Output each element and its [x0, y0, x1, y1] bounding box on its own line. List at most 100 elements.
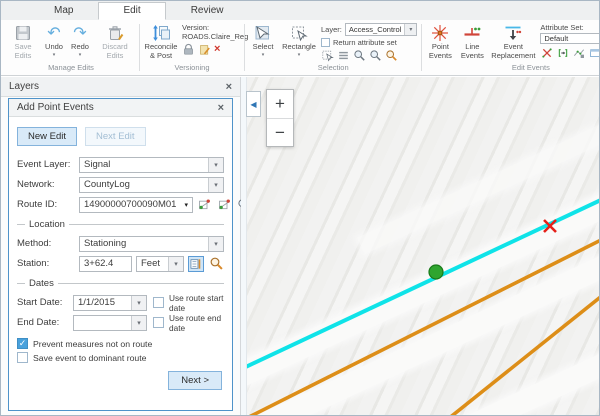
- pan-to-selection-icon[interactable]: [369, 49, 382, 62]
- pane-collapse-tab[interactable]: ◀: [246, 91, 261, 117]
- start-date-input[interactable]: 1/1/2015 ▾: [73, 295, 147, 311]
- group-label-versioning: Versioning: [140, 63, 244, 74]
- rectangle-select-icon: [290, 23, 308, 43]
- route-highlight-line[interactable]: [241, 199, 599, 372]
- station-unit-combobox[interactable]: Feet ▾: [136, 256, 184, 272]
- add-point-events-header: Add Point Events ×: [9, 99, 232, 117]
- route-id-input[interactable]: 14900000700090M01 ▾: [79, 197, 193, 213]
- zoom-to-station-icon[interactable]: [208, 256, 224, 272]
- pane-splitter[interactable]: [241, 77, 247, 415]
- event-layer-dropdown-icon[interactable]: ▾: [208, 158, 223, 172]
- new-edit-button[interactable]: New Edit: [17, 127, 77, 146]
- split-event-icon[interactable]: [540, 46, 553, 59]
- station-unit-dropdown-icon[interactable]: ▾: [168, 257, 183, 271]
- pick-route-from-map-icon[interactable]: [197, 197, 213, 213]
- route-id-dropdown-icon[interactable]: ▾: [180, 201, 192, 209]
- pick-route-from-selection-icon[interactable]: [217, 197, 233, 213]
- use-route-start-date-label: Use route start date: [169, 293, 224, 313]
- map-canvas[interactable]: ◀ + −: [241, 77, 599, 415]
- delete-version-icon[interactable]: ×: [214, 44, 220, 55]
- reconcile-post-button[interactable]: Reconcile & Post: [142, 22, 180, 61]
- point-events-button[interactable]: Point Events: [424, 22, 456, 61]
- undo-icon: ↶: [47, 23, 60, 43]
- event-layer-combobox[interactable]: Signal ▾: [79, 157, 224, 173]
- ribbon-tab-row: Map Edit Review: [1, 1, 599, 20]
- collapse-left-icon: ◀: [250, 100, 256, 109]
- road-centerline-1[interactable]: [245, 239, 599, 415]
- tab-edit[interactable]: Edit: [98, 2, 165, 20]
- layers-close-icon[interactable]: ×: [226, 81, 232, 93]
- add-point-events-close-icon[interactable]: ×: [218, 102, 224, 114]
- layer-combobox[interactable]: Access_Control ▾: [345, 23, 418, 36]
- station-input[interactable]: 3+62.4: [79, 256, 132, 272]
- layer-dropdown-icon[interactable]: ▾: [404, 24, 416, 35]
- add-point-events-title: Add Point Events: [17, 102, 218, 113]
- network-dropdown-icon[interactable]: ▾: [208, 178, 223, 192]
- method-combobox[interactable]: Stationing ▾: [79, 236, 224, 252]
- lock-version-icon[interactable]: [182, 43, 195, 56]
- select-features-icon[interactable]: [321, 49, 334, 62]
- event-replacement-icon: [504, 23, 522, 43]
- group-label-selection: Selection: [245, 63, 421, 74]
- zoom-in-button[interactable]: +: [267, 90, 293, 118]
- prevent-measures-label: Prevent measures not on route: [33, 339, 152, 349]
- redo-button[interactable]: ↷ Redo ▾: [67, 22, 93, 59]
- method-dropdown-icon[interactable]: ▾: [208, 237, 223, 251]
- line-events-icon: [463, 23, 481, 43]
- line-events-button[interactable]: Line Events: [456, 22, 488, 61]
- group-manage-edits: Save Edits ↶ Undo ▾ ↷ Redo ▾ Discard: [3, 21, 139, 74]
- zoom-out-button[interactable]: −: [267, 118, 293, 146]
- start-date-dropdown-icon[interactable]: ▾: [131, 296, 146, 310]
- end-date-input[interactable]: ▾: [73, 315, 147, 331]
- next-button[interactable]: Next >: [168, 371, 222, 390]
- event-point-marker[interactable]: [429, 265, 443, 279]
- method-label: Method:: [17, 238, 79, 249]
- end-date-dropdown-icon[interactable]: ▾: [131, 316, 146, 330]
- select-dropdown-icon[interactable]: ▾: [262, 53, 265, 59]
- merge-events-icon[interactable]: [556, 46, 569, 59]
- discard-edits-button[interactable]: Discard Edits: [93, 22, 137, 61]
- road-centerline-2[interactable]: [448, 295, 599, 415]
- next-edit-button[interactable]: Next Edit: [85, 127, 146, 146]
- rectangle-button[interactable]: Rectangle ▾: [279, 22, 319, 59]
- retire-event-icon[interactable]: [572, 46, 585, 59]
- prevent-measures-checkbox[interactable]: ✓: [17, 338, 28, 349]
- select-button[interactable]: Select ▾: [247, 22, 279, 59]
- ribbon: Map Edit Review Save Edits ↶ Undo ▾: [1, 1, 599, 76]
- clear-selection-icon[interactable]: [385, 49, 398, 62]
- location-section-header: Location: [17, 219, 224, 230]
- network-combobox[interactable]: CountyLog ▾: [79, 177, 224, 193]
- undo-dropdown-icon[interactable]: ▾: [53, 53, 56, 59]
- return-attribute-set-checkbox[interactable]: [321, 38, 330, 47]
- attribute-set-combobox[interactable]: Default ▾: [540, 33, 599, 44]
- new-version-icon[interactable]: [198, 43, 211, 56]
- use-route-end-date-checkbox[interactable]: [153, 317, 164, 328]
- save-edits-button[interactable]: Save Edits: [5, 22, 41, 61]
- network-label: Network:: [17, 179, 79, 190]
- app-window: Map Edit Review Save Edits ↶ Undo ▾: [0, 0, 600, 416]
- save-dominant-route-checkbox[interactable]: [17, 352, 28, 363]
- layers-pane-header: Layers ×: [1, 77, 240, 97]
- route-id-label: Route ID:: [17, 199, 79, 210]
- left-dock: Layers × Add Point Events × New Edit Nex…: [1, 77, 241, 415]
- tab-map[interactable]: Map: [29, 2, 98, 20]
- attribute-set-label: Attribute Set:: [540, 23, 599, 32]
- tab-review[interactable]: Review: [166, 2, 249, 20]
- station-entry-tool-icon[interactable]: [188, 256, 204, 272]
- group-versioning: Reconcile & Post Version: ROADS.Claire_R…: [140, 21, 244, 74]
- end-date-label: End Date:: [17, 317, 73, 328]
- save-icon: [14, 23, 32, 43]
- map-zoom-control: + −: [266, 89, 294, 147]
- undo-button[interactable]: ↶ Undo ▾: [41, 22, 67, 59]
- event-replacement-button[interactable]: Event Replacement: [488, 22, 538, 61]
- start-date-label: Start Date:: [17, 297, 73, 308]
- layer-label: Layer:: [321, 25, 342, 34]
- point-events-icon: [431, 23, 449, 43]
- zoom-to-selection-icon[interactable]: [353, 49, 366, 62]
- version-value: ROADS.Claire_Reg: [182, 32, 240, 41]
- rectangle-dropdown-icon[interactable]: ▾: [298, 53, 301, 59]
- attributes-window-icon[interactable]: [588, 46, 599, 59]
- attributes-list-icon[interactable]: [337, 49, 350, 62]
- use-route-start-date-checkbox[interactable]: [153, 297, 164, 308]
- redo-dropdown-icon[interactable]: ▾: [79, 53, 82, 59]
